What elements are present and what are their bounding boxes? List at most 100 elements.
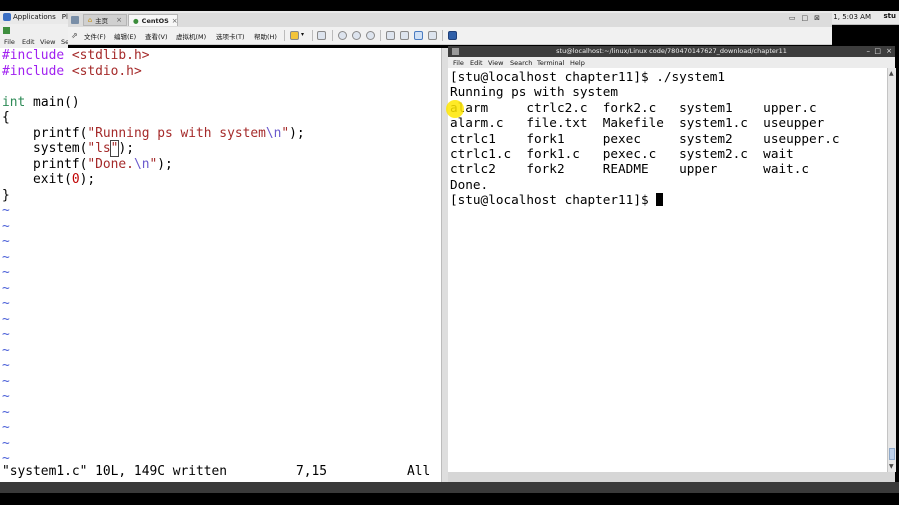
fullscreen-icon[interactable]	[414, 31, 423, 40]
empty-line-marker: ~	[2, 435, 10, 451]
empty-line-marker: ~	[2, 404, 10, 420]
send-keys-icon[interactable]	[317, 31, 326, 40]
minimize-icon[interactable]: –	[867, 46, 871, 57]
tab-centos-label: CentOS	[141, 16, 169, 25]
terminal-menu-search[interactable]: Search	[510, 59, 532, 67]
terminal-menu-file[interactable]: File	[453, 59, 464, 67]
empty-line-marker: ~	[2, 311, 10, 327]
bottom-panel	[0, 482, 899, 493]
gvim-menubar: File Edit View Se	[0, 24, 69, 48]
vmware-menubar: ⇗ 文件(F) 编辑(E) 查看(V) 虚拟机(M) 选项卡(T) 帮助(H) …	[68, 27, 832, 45]
empty-line-marker: ~	[2, 203, 10, 218]
empty-line-marker: ~	[2, 389, 10, 404]
snapshot-manager-icon[interactable]	[366, 31, 375, 40]
tab-home[interactable]: ⌂ 主页 ×	[83, 14, 127, 26]
vm-icon: ●	[133, 16, 139, 25]
terminal-titlebar[interactable]: stu@localhost:~/linux/Linux code/7804701…	[448, 46, 895, 57]
chevron-down-icon[interactable]: ▾	[301, 31, 304, 38]
places-label[interactable]: Pl	[62, 13, 68, 21]
scroll-down-icon[interactable]: ▼	[889, 463, 894, 470]
empty-line-marker: ~	[2, 234, 10, 249]
vmware-library-icon[interactable]	[71, 16, 79, 24]
vmware-menu-vm[interactable]: 虚拟机(M)	[176, 31, 206, 41]
user-menu[interactable]: stu	[884, 12, 897, 20]
vim-scroll-position: All	[407, 464, 431, 479]
scroll-up-icon[interactable]: ▲	[889, 70, 894, 77]
show-library-icon[interactable]	[386, 31, 395, 40]
close-icon[interactable]: ×	[116, 16, 122, 24]
tab-home-label: 主页	[95, 17, 109, 25]
terminal-menubar: File Edit View Search Terminal Help	[448, 57, 895, 68]
window-controls: ▭□⊠	[788, 14, 826, 22]
empty-line-marker: ~	[2, 342, 10, 358]
terminal-title: stu@localhost:~/linux/Linux code/7804701…	[556, 47, 787, 55]
terminal-line: Done.	[450, 176, 489, 192]
vmware-menu-tabs[interactable]: 选项卡(T)	[216, 31, 245, 41]
thumbnail-icon[interactable]	[400, 31, 409, 40]
revert-snapshot-icon[interactable]	[352, 31, 361, 40]
vmware-menu-view[interactable]: 查看(V)	[145, 31, 168, 41]
code-line-4: int main()	[2, 94, 80, 110]
empty-line-marker: ~	[2, 420, 10, 435]
power-icon[interactable]	[290, 31, 299, 40]
empty-line-marker: ~	[2, 358, 10, 373]
empty-line-marker: ~	[2, 265, 10, 280]
gvim-menu-file[interactable]: File	[4, 38, 15, 46]
code-line-6: printf("Running ps with system\n");	[2, 125, 305, 141]
terminal-line: ctrlc1 fork1 pexec system2 useupper.c	[450, 130, 840, 146]
terminal-icon	[452, 48, 459, 55]
gvim-icon	[3, 27, 10, 34]
terminal-line: ctrlc2 fork2 README upper wait.c	[450, 161, 810, 177]
terminal-menu-help[interactable]: Help	[570, 59, 585, 67]
mouse-pointer-highlight	[446, 100, 464, 118]
code-line-10: }	[2, 187, 10, 203]
empty-line-marker: ~	[2, 451, 10, 463]
terminal-line: ctrlc1.c fork1.c pexec.c system2.c wait	[450, 146, 794, 161]
scrollbar-thumb[interactable]	[889, 448, 895, 460]
applications-label: Applications	[13, 13, 56, 21]
empty-line-marker: ~	[2, 249, 10, 265]
maximize-icon[interactable]: □	[874, 46, 881, 57]
terminal-line: alarm ctrlc2.c fork2.c system1 upper.c	[450, 99, 817, 115]
snapshot-icon[interactable]	[338, 31, 347, 40]
vim-status-message: "system1.c" 10L, 149C written	[2, 464, 228, 479]
unity-icon[interactable]	[428, 31, 437, 40]
vmware-tab-bar: ⌂ 主页 × ● CentOS × ▭□⊠	[68, 13, 832, 27]
applications-icon	[3, 13, 11, 21]
close-icon[interactable]: ×	[172, 17, 178, 25]
console-view-icon[interactable]	[448, 31, 457, 40]
code-line-8: printf("Done.\n");	[2, 156, 173, 172]
terminal-line: [stu@localhost chapter11]$ ./system1	[450, 69, 725, 84]
terminal-cursor	[656, 193, 664, 207]
applications-menu[interactable]: Applications Pl	[3, 13, 68, 21]
terminal-menu-view[interactable]: View	[488, 59, 503, 67]
terminal-prompt: [stu@localhost chapter11]$	[450, 192, 657, 208]
clock[interactable]: l 1, 5:03 AM	[829, 13, 871, 21]
empty-line-marker: ~	[2, 327, 10, 342]
code-line-9: exit(0);	[2, 172, 96, 187]
vim-cursor-position: 7,15	[296, 464, 328, 479]
terminal-output[interactable]: [stu@localhost chapter11]$ ./system1 Run…	[448, 68, 887, 472]
gvim-menu-view[interactable]: View	[40, 38, 55, 46]
empty-line-marker: ~	[2, 373, 10, 389]
code-line-7: system("ls");	[2, 140, 134, 157]
home-icon: ⌂	[88, 16, 93, 24]
vmware-menu-edit[interactable]: 编辑(E)	[114, 31, 136, 41]
terminal-prompt-line: [stu@localhost chapter11]$	[450, 192, 664, 208]
terminal-scrollbar[interactable]: ▲ ▼	[887, 68, 896, 472]
code-line-2: #include <stdio.h>	[2, 63, 142, 79]
terminal-bottom-edge	[448, 472, 895, 482]
terminal-menu-edit[interactable]: Edit	[470, 59, 483, 67]
tab-centos[interactable]: ● CentOS ×	[128, 14, 178, 26]
vmware-menu-icon[interactable]: ⇗	[71, 31, 78, 40]
empty-line-marker: ~	[2, 280, 10, 296]
terminal-menu-terminal[interactable]: Terminal	[537, 59, 564, 67]
gvim-menu-edit[interactable]: Edit	[22, 38, 35, 46]
vmware-menu-help[interactable]: 帮助(H)	[254, 31, 277, 41]
empty-line-marker: ~	[2, 296, 10, 311]
close-icon[interactable]: ×	[886, 46, 892, 57]
vmware-menu-file[interactable]: 文件(F)	[84, 31, 106, 41]
terminal-line: Running ps with system	[450, 84, 619, 100]
vim-editor[interactable]: #include <stdlib.h> #include <stdio.h> i…	[0, 48, 441, 482]
empty-line-marker: ~	[2, 218, 10, 234]
